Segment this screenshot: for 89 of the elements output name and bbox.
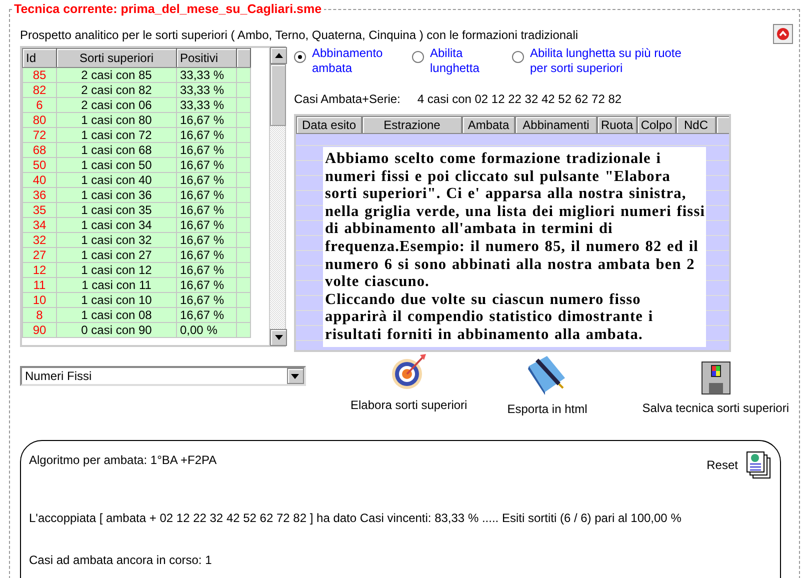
column-header: Estrazione bbox=[362, 116, 462, 134]
column-header: Ruota bbox=[597, 116, 637, 134]
column-header: Id bbox=[22, 48, 56, 68]
table-cell: 2 casi con 06 bbox=[56, 98, 176, 112]
radio-option[interactable]: Abilita lunghetta su più ruote per sorti superiori bbox=[512, 46, 687, 76]
table-cell: 16,67 % bbox=[176, 112, 236, 128]
table-cell: 1 casi con 68 bbox=[56, 142, 176, 158]
pending-text: Casi ad ambata ancora in corso: 1 bbox=[29, 552, 213, 569]
table-cell: 16,67 % bbox=[176, 262, 236, 278]
action-button[interactable]: Elabora sorti superiori bbox=[350, 352, 468, 414]
table-cell: 1 casi con 32 bbox=[56, 232, 176, 248]
table-cell: 40 bbox=[22, 172, 56, 188]
header-cell bbox=[716, 116, 729, 134]
column-header: Positivi bbox=[176, 48, 236, 68]
column-header: Sorti superiori bbox=[56, 48, 176, 68]
table-cell: 90 bbox=[22, 322, 56, 338]
down-arrow-icon bbox=[274, 335, 282, 340]
document-icon bbox=[746, 451, 772, 479]
table-cell: 1 casi con 80 bbox=[56, 112, 176, 128]
table-cell: 2 casi con 85 bbox=[56, 68, 176, 82]
table-cell: 10 bbox=[22, 292, 56, 308]
table-cell: 16,67 % bbox=[176, 248, 236, 262]
table-cell: 16,67 % bbox=[176, 292, 236, 308]
table-cell: 32 bbox=[22, 232, 56, 248]
table-cell: 0,00 % bbox=[176, 322, 236, 338]
table-cell: 11 bbox=[22, 278, 56, 292]
table-cell: 68 bbox=[22, 142, 56, 158]
scroll-down-button[interactable] bbox=[270, 329, 287, 346]
caret-icon bbox=[291, 374, 299, 378]
summary-text: L'accoppiata [ ambata + 02 12 22 32 42 52 62 72 82 ] ha dato Casi vincenti: 83,33 % ..... Esiti sortiti (6 / 6) pari al 100,00 % bbox=[29, 510, 682, 527]
table-cell: 1 casi con 40 bbox=[56, 172, 176, 188]
action-button[interactable]: Esporta in html bbox=[507, 352, 588, 418]
column-header: Colpo bbox=[637, 116, 676, 134]
casi-value: 4 casi con 02 12 22 32 42 52 62 72 82 bbox=[417, 91, 622, 108]
table-cell: 80 bbox=[22, 112, 56, 128]
table-cell: 33,33 % bbox=[176, 82, 236, 98]
algorithm-text: Algoritmo per ambata: 1°BA +F2PA bbox=[29, 452, 217, 469]
table-cell: 0 casi con 90 bbox=[56, 322, 176, 338]
action-button[interactable]: Salva tecnica sorti superiori bbox=[642, 361, 789, 417]
table-cell: 16,67 % bbox=[176, 202, 236, 218]
target-icon bbox=[390, 352, 427, 392]
scrollbar-thumb[interactable] bbox=[270, 64, 286, 126]
table-cell: 1 casi con 27 bbox=[56, 248, 176, 262]
table-cell: 82 bbox=[22, 82, 56, 98]
radio-option[interactable]: Abilita lunghetta bbox=[412, 46, 512, 76]
scroll-up-button[interactable] bbox=[270, 47, 287, 64]
table-cell: 16,67 % bbox=[176, 142, 236, 158]
table-cell: 1 casi con 12 bbox=[56, 262, 176, 278]
table-cell: 16,67 % bbox=[176, 188, 236, 202]
table-cell: 36 bbox=[22, 188, 56, 202]
note-text: Abbiamo scelto come formazione tradizionale i numeri fissi e poi cliccato sul pulsante "Elabora sorti superiori". Ci e' apparsa alla nostra sinistra, nella griglia verde, una lista dei migliori numeri fissi di abbinamento all'ambata in termini di frequenza.Esempio: il numero 85, il numero 82 ed il numero 6 si sono abbinati alla nostra ambata ben 2 volte ciascuno. Cliccando due volte su ciascun numero fisso apparirà il compendio statistico dimostrante i risultati forniti in abbinamento alla ambata. bbox=[323, 147, 706, 347]
table-cell: 34 bbox=[22, 218, 56, 232]
table-cell: 50 bbox=[22, 158, 56, 172]
table-cell: 16,67 % bbox=[176, 218, 236, 232]
table-cell: 16,67 % bbox=[176, 172, 236, 188]
reset-button[interactable]: Reset bbox=[706, 451, 772, 479]
table-cell: 27 bbox=[22, 248, 56, 262]
table-cell: 16,67 % bbox=[176, 158, 236, 172]
column-header: Ambata bbox=[462, 116, 515, 134]
table-cell: 1 casi con 10 bbox=[56, 292, 176, 308]
table-cell: 33,33 % bbox=[176, 98, 236, 112]
up-arrow-icon bbox=[274, 53, 282, 58]
table-cell: 1 casi con 50 bbox=[56, 158, 176, 172]
casi-label: Casi Ambata+Serie: bbox=[294, 91, 400, 108]
table-cell: 16,67 % bbox=[176, 128, 236, 142]
column-header: NdC bbox=[676, 116, 716, 134]
table-cell: 12 bbox=[22, 262, 56, 278]
column-header: Abbinamenti bbox=[515, 116, 597, 134]
up-button[interactable] bbox=[773, 24, 793, 44]
table-cell: 33,33 % bbox=[176, 68, 236, 82]
table-cell: 1 casi con 72 bbox=[56, 128, 176, 142]
legend-title: Tecnica corrente: prima_del_mese_su_Cagliari.sme bbox=[12, 1, 324, 17]
table-cell: 35 bbox=[22, 202, 56, 218]
column-header: Data esito bbox=[296, 116, 362, 134]
dropdown-field[interactable]: Numeri Fissi bbox=[20, 366, 306, 386]
table-cell: 1 casi con 08 bbox=[56, 308, 176, 322]
table-cell: 16,67 % bbox=[176, 278, 236, 292]
table-cell: 1 casi con 35 bbox=[56, 202, 176, 218]
table-cell: 16,67 % bbox=[176, 232, 236, 248]
table-cell: 1 casi con 34 bbox=[56, 218, 176, 232]
table-cell: 85 bbox=[22, 68, 56, 82]
table-cell: 2 casi con 82 bbox=[56, 82, 176, 98]
table-cell: 72 bbox=[22, 128, 56, 142]
table-cell: 1 casi con 11 bbox=[56, 278, 176, 292]
table-cell: 6 bbox=[22, 98, 56, 112]
table-cell: 16,67 % bbox=[176, 308, 236, 322]
table-cell: 8 bbox=[22, 308, 56, 322]
radio-option[interactable]: Abbinamento ambata bbox=[294, 46, 412, 76]
table-cell: 1 casi con 36 bbox=[56, 188, 176, 202]
